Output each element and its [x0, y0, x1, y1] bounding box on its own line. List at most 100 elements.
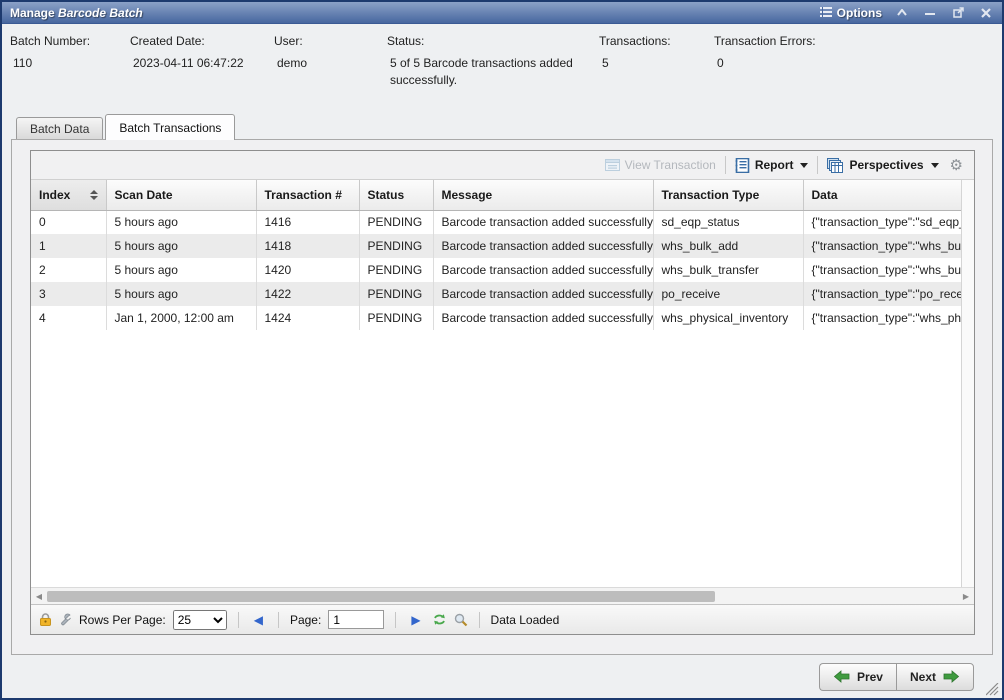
- column-header-scan-date[interactable]: Scan Date: [106, 180, 256, 210]
- cell-status: PENDING: [359, 234, 433, 258]
- view-transaction-button[interactable]: View Transaction: [599, 156, 722, 174]
- toolbar-separator: [725, 156, 726, 174]
- table-empty-area: [31, 330, 961, 587]
- options-button[interactable]: Options: [820, 6, 882, 20]
- maximize-button[interactable]: [950, 6, 966, 20]
- transaction-errors-field: Transaction Errors: 0: [714, 34, 934, 112]
- prev-button[interactable]: Prev: [819, 663, 896, 691]
- page-label: Page:: [290, 613, 321, 627]
- toolbar-separator: [817, 156, 818, 174]
- cell-data: {"transaction_type":"whs_physical_invent…: [803, 306, 961, 330]
- column-header-transaction-type[interactable]: Transaction Type: [653, 180, 803, 210]
- table-row[interactable]: 1 5 hours ago 1418 PENDING Barcode trans…: [31, 234, 961, 258]
- transactions-value: 5: [599, 55, 714, 72]
- cell-data: {"transaction_type":"whs_bulk_add",": [803, 234, 961, 258]
- resize-grip-icon[interactable]: [986, 683, 999, 696]
- arrow-left-icon: [833, 670, 850, 683]
- cell-data: {"transaction_type":"sd_eqp_status",": [803, 210, 961, 234]
- cell-message: Barcode transaction added successfully.: [433, 282, 653, 306]
- lock-button[interactable]: [39, 613, 52, 626]
- tabstrip: Batch Data Batch Transactions: [11, 112, 993, 139]
- table-row[interactable]: 4 Jan 1, 2000, 12:00 am 1424 PENDING Bar…: [31, 306, 961, 330]
- close-button[interactable]: [978, 6, 994, 20]
- cell-transaction-number: 1416: [256, 210, 359, 234]
- table-row[interactable]: 2 5 hours ago 1420 PENDING Barcode trans…: [31, 258, 961, 282]
- status-field: Status: 5 of 5 Barcode transactions adde…: [387, 34, 599, 112]
- cell-message: Barcode transaction added successfully.: [433, 306, 653, 330]
- cell-scan-date: 5 hours ago: [106, 210, 256, 234]
- column-header-message[interactable]: Message: [433, 180, 653, 210]
- search-icon: [454, 613, 468, 627]
- report-icon: [735, 158, 750, 173]
- cell-transaction-number: 1424: [256, 306, 359, 330]
- report-button[interactable]: Report: [729, 156, 815, 175]
- footer: Prev Next: [2, 655, 1002, 698]
- cell-scan-date: 5 hours ago: [106, 258, 256, 282]
- sort-icon[interactable]: [90, 190, 98, 200]
- status-value: 5 of 5 Barcode transactions added succes…: [387, 55, 592, 90]
- column-header-index[interactable]: Index: [31, 180, 106, 210]
- cell-status: PENDING: [359, 306, 433, 330]
- page-number-input[interactable]: [328, 610, 384, 629]
- horizontal-scrollbar-thumb[interactable]: [47, 591, 715, 602]
- grid-settings-gear-icon[interactable]: ⚙: [945, 156, 968, 174]
- transaction-errors-label: Transaction Errors:: [714, 34, 934, 48]
- minimize-icon: [925, 9, 935, 17]
- titlebar: Manage Barcode Batch Options: [2, 2, 1002, 24]
- cell-index: 2: [31, 258, 106, 282]
- column-header-data[interactable]: Data: [803, 180, 961, 210]
- horizontal-scrollbar[interactable]: ◀ ▶: [31, 587, 974, 604]
- perspectives-icon: [827, 158, 844, 173]
- next-page-arrow-icon[interactable]: ▶: [407, 613, 424, 627]
- pager-separator: [395, 612, 396, 628]
- list-icon: [820, 7, 832, 18]
- transactions-grid: View Transaction Report: [30, 150, 975, 635]
- column-header-status[interactable]: Status: [359, 180, 433, 210]
- created-date-field: Created Date: 2023-04-11 06:47:22: [130, 34, 274, 112]
- cell-status: PENDING: [359, 282, 433, 306]
- previous-page-arrow-icon[interactable]: ◀: [250, 613, 267, 627]
- cell-message: Barcode transaction added successfully.: [433, 210, 653, 234]
- vertical-scrollbar[interactable]: [961, 180, 974, 587]
- cell-scan-date: Jan 1, 2000, 12:00 am: [106, 306, 256, 330]
- manage-barcode-batch-window: Manage Barcode Batch Options: [0, 0, 1004, 700]
- wrench-icon: [59, 613, 72, 626]
- cell-status: PENDING: [359, 258, 433, 282]
- transaction-errors-value: 0: [714, 55, 934, 72]
- cell-transaction-type: po_receive: [653, 282, 803, 306]
- close-icon: [981, 8, 991, 18]
- window-title-emphasis: Barcode Batch: [58, 6, 143, 20]
- horizontal-scrollbar-track[interactable]: [45, 590, 960, 603]
- minimize-button[interactable]: [922, 6, 938, 20]
- cell-transaction-type: sd_eqp_status: [653, 210, 803, 234]
- view-transaction-label: View Transaction: [625, 158, 716, 172]
- cell-message: Barcode transaction added successfully.: [433, 258, 653, 282]
- tab-batch-data[interactable]: Batch Data: [16, 117, 103, 139]
- pager-separator: [238, 612, 239, 628]
- cell-transaction-number: 1420: [256, 258, 359, 282]
- tab-batch-transactions[interactable]: Batch Transactions: [105, 114, 235, 140]
- table-row[interactable]: 0 5 hours ago 1416 PENDING Barcode trans…: [31, 210, 961, 234]
- table-row[interactable]: 3 5 hours ago 1422 PENDING Barcode trans…: [31, 282, 961, 306]
- created-date-value: 2023-04-11 06:47:22: [130, 55, 274, 72]
- tools-button[interactable]: [59, 613, 72, 626]
- options-label: Options: [837, 6, 882, 20]
- search-button[interactable]: [454, 613, 468, 627]
- cell-index: 1: [31, 234, 106, 258]
- refresh-button[interactable]: [432, 613, 447, 626]
- next-button[interactable]: Next: [896, 663, 974, 691]
- rows-per-page-select[interactable]: 25: [173, 610, 227, 630]
- perspectives-button[interactable]: Perspectives: [821, 156, 944, 175]
- collapse-button[interactable]: [894, 6, 910, 20]
- arrow-right-icon: [943, 670, 960, 683]
- batch-number-value: 110: [10, 55, 130, 72]
- cell-scan-date: 5 hours ago: [106, 234, 256, 258]
- column-header-transaction-number[interactable]: Transaction #: [256, 180, 359, 210]
- next-label: Next: [910, 670, 936, 684]
- cell-data: {"transaction_type":"po_receive",": [803, 282, 961, 306]
- rows-per-page-label: Rows Per Page:: [79, 613, 166, 627]
- batch-number-field: Batch Number: 110: [10, 34, 130, 112]
- scroll-left-arrow-icon[interactable]: ◀: [33, 592, 45, 601]
- scroll-right-arrow-icon[interactable]: ▶: [960, 592, 972, 601]
- tab-container: Batch Data Batch Transactions View Trans…: [11, 112, 993, 655]
